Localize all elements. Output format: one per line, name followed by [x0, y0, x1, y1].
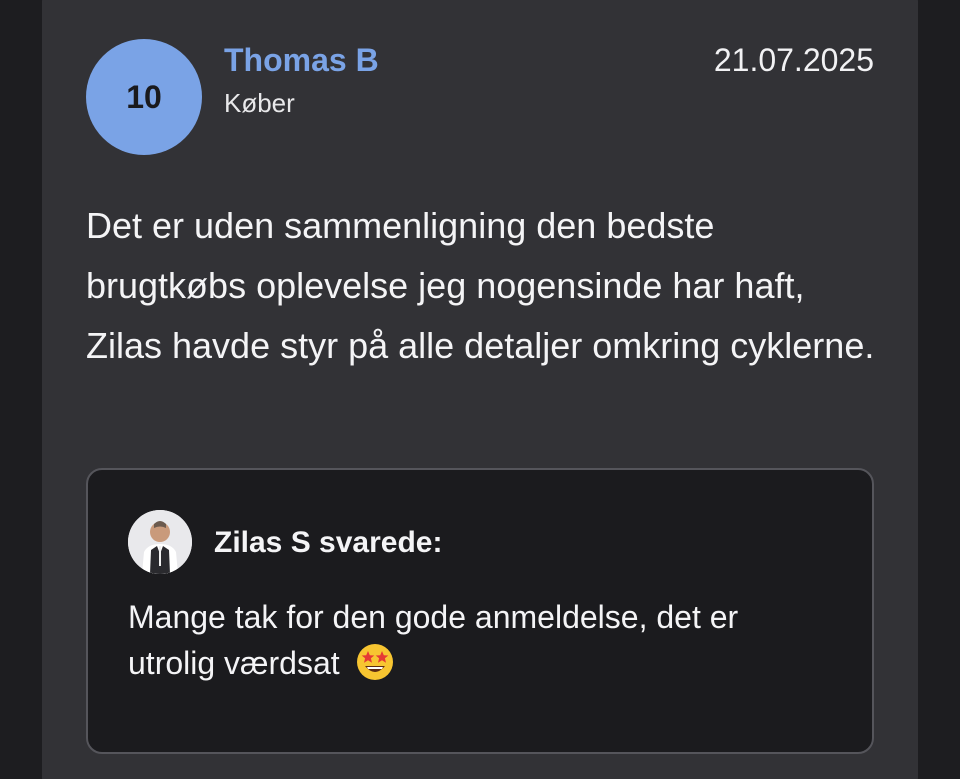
seller-reply-box: Zilas S svarede: Mange tak for den gode …: [86, 468, 874, 754]
avatar: [128, 510, 192, 574]
reply-text: Mange tak for den gode anmeldelse, det e…: [128, 599, 739, 681]
reply-author: Zilas S svarede:: [214, 526, 443, 559]
person-avatar-icon: [128, 510, 192, 574]
star-struck-emoji-icon: [356, 644, 393, 680]
reviewer-role: Køber: [224, 88, 295, 118]
review-text: Det er uden sammenligning den bedste bru…: [86, 205, 875, 366]
review-page: 10 Thomas B Køber 21.07.2025 Det er uden…: [0, 0, 960, 779]
score-value: 10: [126, 78, 162, 115]
review-date: 21.07.2025: [713, 42, 874, 78]
reply-text-container: Mange tak for den gode anmeldelse, det e…: [128, 594, 828, 686]
score-badge: 10: [86, 39, 202, 155]
reviewer-name[interactable]: Thomas B: [224, 42, 379, 79]
